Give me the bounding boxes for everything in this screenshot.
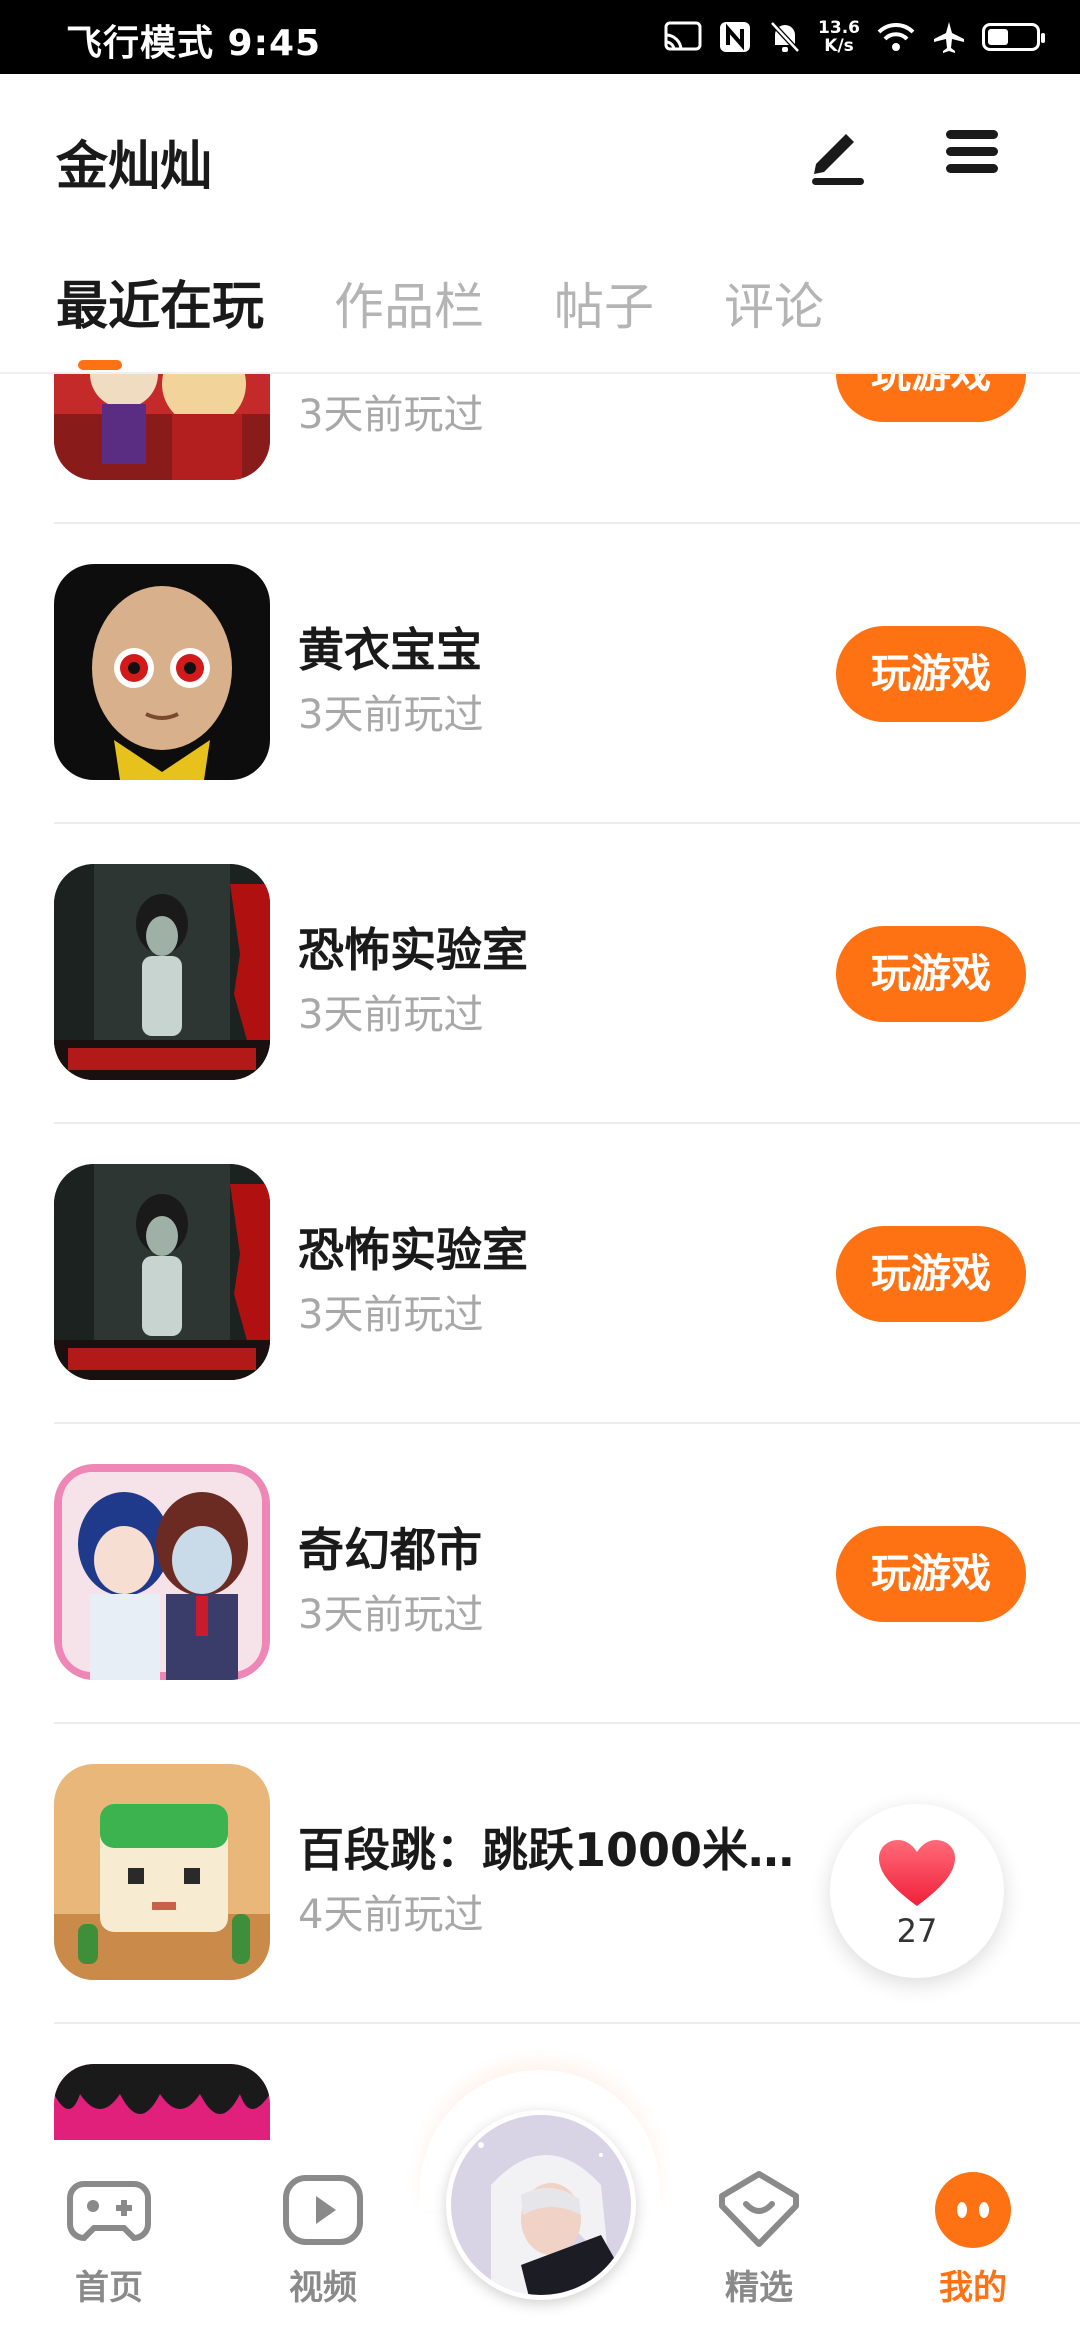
game-thumbnail	[54, 1764, 270, 1980]
game-name: 百段跳：跳跃1000米…	[298, 1823, 795, 1877]
like-count: 27	[896, 1912, 938, 1950]
bottom-navigation: 首页 视频 精选 我的	[0, 2070, 1080, 2340]
game-thumbnail	[54, 374, 270, 480]
list-item[interactable]: 恐怖实验室 3天前玩过 玩游戏	[0, 1124, 1080, 1424]
profile-header: 金灿灿 最近在玩 作品栏 帖子 评论	[0, 74, 1080, 374]
nav-home[interactable]: 首页	[34, 2170, 184, 2320]
game-thumbnail	[54, 1464, 270, 1680]
nav-video[interactable]: 视频	[248, 2170, 398, 2320]
cast-icon	[664, 21, 702, 51]
like-floating-button[interactable]: 27	[830, 1804, 1004, 1978]
play-game-button[interactable]: 玩游戏	[836, 626, 1026, 722]
list-item[interactable]: 黄衣宝宝 3天前玩过 玩游戏	[0, 524, 1080, 824]
game-name: 黄衣宝宝	[298, 623, 482, 677]
game-thumbnail	[54, 564, 270, 780]
last-played-text: 3天前玩过	[298, 1592, 484, 1638]
play-game-button[interactable]: 玩游戏	[836, 374, 1026, 422]
game-name: 恐怖实验室	[298, 1223, 528, 1277]
gamepad-icon	[67, 2181, 151, 2242]
tab-works[interactable]: 作品栏	[334, 267, 484, 339]
profile-tabs: 最近在玩 作品栏 帖子 评论	[56, 264, 894, 339]
nav-featured[interactable]: 精选	[684, 2170, 834, 2320]
status-bar: 飞行模式 9:45 13.6 K/s	[0, 0, 1080, 74]
tab-comments[interactable]: 评论	[724, 267, 824, 339]
list-item[interactable]: 3天前玩过 玩游戏	[0, 374, 1080, 524]
play-game-button[interactable]: 玩游戏	[836, 926, 1026, 1022]
play-game-button[interactable]: 玩游戏	[836, 1226, 1026, 1322]
tab-recent-play[interactable]: 最近在玩	[56, 264, 264, 339]
tab-posts[interactable]: 帖子	[554, 267, 654, 339]
play-game-button[interactable]: 玩游戏	[836, 1526, 1026, 1622]
game-name: 奇幻都市	[298, 1523, 482, 1577]
network-speed: 13.6 K/s	[818, 18, 860, 56]
game-name: 恐怖实验室	[298, 923, 528, 977]
nav-mine[interactable]: 我的	[898, 2170, 1048, 2320]
edit-icon	[812, 134, 864, 185]
game-thumbnail	[54, 864, 270, 1080]
center-avatar-button[interactable]	[446, 2110, 636, 2300]
list-item[interactable]: 奇幻都市 3天前玩过 玩游戏	[0, 1424, 1080, 1724]
game-thumbnail	[54, 1164, 270, 1380]
last-played-text: 3天前玩过	[298, 1292, 484, 1338]
status-icons: 13.6 K/s	[664, 14, 1045, 60]
edit-button[interactable]	[800, 114, 876, 190]
nav-label: 我的	[939, 2268, 1007, 2308]
last-played-text: 3天前玩过	[298, 692, 484, 738]
heart-badge-icon	[719, 2171, 799, 2247]
face-icon	[935, 2172, 1011, 2248]
menu-button[interactable]	[934, 114, 1010, 190]
bell-off-icon	[770, 21, 800, 53]
status-time: 飞行模式 9:45	[66, 23, 322, 64]
play-icon	[283, 2175, 363, 2245]
active-tab-indicator	[78, 360, 122, 370]
list-item[interactable]: 恐怖实验室 3天前玩过 玩游戏	[0, 824, 1080, 1124]
menu-icon	[946, 130, 998, 173]
avatar	[451, 2115, 631, 2295]
last-played-text: 4天前玩过	[298, 1892, 484, 1938]
wifi-icon	[877, 22, 915, 51]
page-title: 金灿灿	[56, 137, 213, 197]
airplane-icon	[934, 22, 964, 53]
heart-icon	[879, 1840, 955, 1906]
nav-label: 首页	[75, 2268, 143, 2308]
nav-label: 精选	[725, 2268, 793, 2308]
last-played-text: 3天前玩过	[298, 392, 484, 438]
nfc-icon	[720, 22, 751, 52]
nav-label: 视频	[289, 2268, 357, 2308]
game-thumbnail	[54, 2064, 270, 2140]
battery-icon	[982, 23, 1045, 51]
last-played-text: 3天前玩过	[298, 992, 484, 1038]
